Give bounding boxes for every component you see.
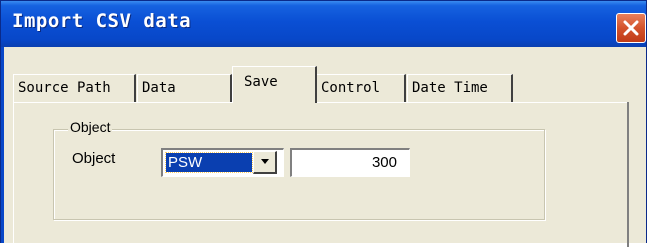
close-icon	[623, 20, 639, 36]
tab-label: Date Time	[412, 80, 488, 96]
tab-control[interactable]: Control	[316, 74, 406, 102]
tab-panel-left-border	[13, 102, 14, 247]
tab-data[interactable]: Data	[137, 74, 232, 102]
object-label: Object	[72, 150, 116, 167]
tab-source-path[interactable]: Source Path	[13, 74, 136, 102]
tab-save[interactable]: Save	[232, 66, 317, 103]
tab-label: Data	[142, 80, 176, 96]
tab-label: Source Path	[18, 80, 111, 96]
object-select-value: PSW	[165, 152, 253, 173]
close-button[interactable]	[616, 13, 646, 43]
groupbox-legend: Object	[68, 118, 113, 136]
object-number-input[interactable]: 300	[290, 148, 410, 177]
tab-date-time[interactable]: Date Time	[407, 74, 513, 102]
window-title: Import CSV data	[12, 10, 192, 32]
window-left-border	[1, 47, 4, 243]
title-bar[interactable]: Import CSV data	[1, 1, 646, 47]
object-select-dropdown-button[interactable]	[253, 151, 277, 174]
chevron-down-icon	[260, 159, 269, 164]
tab-panel-top-border	[13, 102, 628, 103]
tab-label: Control	[321, 80, 381, 96]
object-select[interactable]: PSW	[161, 148, 284, 177]
tab-strip: Source Path Data Save Control Date Time	[13, 66, 649, 103]
tab-panel-right-border	[627, 102, 629, 247]
tab-label: Save	[244, 74, 278, 90]
